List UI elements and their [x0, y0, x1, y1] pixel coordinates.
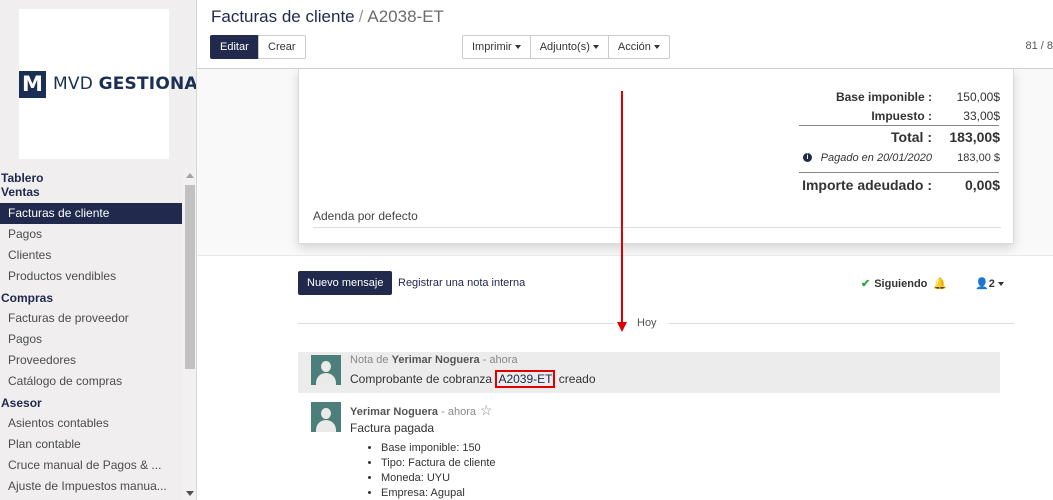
menu-section-asesor[interactable]: Asesor — [0, 396, 182, 410]
menu-section-ventas[interactable]: Ventas — [0, 185, 182, 199]
message-body: Comprobante de cobranza A2039-ET creado — [350, 370, 596, 388]
base-value: 150,00$ — [956, 90, 1000, 104]
base-label: Base imponible : — [835, 90, 932, 104]
control-panel: Facturas de cliente / A2038-ET Editar Crea… — [197, 0, 1053, 69]
annotation-arrow-line — [621, 91, 623, 323]
list-item: Tipo: Factura de cliente — [381, 456, 496, 471]
scroll-up-arrow-icon[interactable] — [186, 173, 194, 178]
message-meta: Nota de Yerimar Noguera - ahora — [350, 354, 518, 366]
date-divider-left — [298, 323, 614, 324]
sidebar-item-asientos-contables[interactable]: Asientos contables — [0, 413, 182, 434]
caret-down-icon — [997, 282, 1004, 287]
action-dropdown[interactable]: Acción — [609, 36, 669, 58]
breadcrumb: Facturas de cliente / A2038-ET — [211, 7, 444, 27]
sidebar-item-catalogo-compras[interactable]: Catálogo de compras — [0, 371, 182, 392]
bell-icon[interactable]: 🔔 — [933, 278, 947, 290]
info-icon[interactable]: i — [803, 153, 812, 162]
sidebar-item-facturas-cliente[interactable]: Facturas de cliente — [0, 203, 182, 224]
message-body: Factura pagada — [350, 421, 435, 435]
payment-link[interactable]: A2039-ET — [495, 370, 556, 388]
paid-label: Pagado en 20/01/2020 — [820, 152, 932, 164]
caret-down-icon — [592, 45, 599, 50]
print-dropdown[interactable]: Imprimir — [463, 36, 531, 58]
amount-due-label: Importe adeudado : — [802, 177, 932, 193]
message-meta: Yerimar Noguera - ahora ☆ — [350, 402, 493, 418]
caret-down-icon — [514, 45, 521, 50]
sidebar: M MVD GESTIONA Tablero Ventas Facturas d… — [0, 0, 197, 500]
addendum-divider — [313, 227, 1001, 228]
star-icon[interactable]: ☆ — [480, 402, 493, 418]
total-value: 183,00$ — [949, 129, 1000, 145]
sidebar-item-cruce-manual[interactable]: Cruce manual de Pagos & ... — [0, 455, 182, 476]
annotation-arrow-head-icon — [617, 322, 627, 332]
check-icon: ✔ — [861, 278, 871, 290]
tracking-values-list: Base imponible: 150 Tipo: Factura de cli… — [369, 441, 496, 500]
create-button[interactable]: Crear — [258, 35, 306, 59]
breadcrumb-separator: / — [358, 7, 364, 26]
sidebar-item-pagos-compras[interactable]: Pagos — [0, 329, 182, 350]
menu-section-tablero[interactable]: Tablero — [0, 171, 182, 185]
sidebar-item-productos-vendibles[interactable]: Productos vendibles — [0, 266, 182, 287]
logo-text: MVD GESTIONA — [53, 74, 197, 94]
sidebar-item-proveedores[interactable]: Proveedores — [0, 350, 182, 371]
sidebar-item-pagos-ventas[interactable]: Pagos — [0, 224, 182, 245]
message-note: Nota de Yerimar Noguera - ahora Comproba… — [298, 352, 1000, 393]
breadcrumb-current: A2038-ET — [367, 7, 444, 26]
list-item: Base imponible: 150 — [381, 441, 496, 456]
date-divider-right — [669, 323, 1014, 324]
sidebar-item-clientes[interactable]: Clientes — [0, 245, 182, 266]
scroll-thumb[interactable] — [185, 185, 195, 369]
sidebar-menu: Tablero Ventas Facturas de cliente Pagos… — [0, 171, 182, 497]
avatar[interactable] — [311, 402, 341, 432]
total-label: Total : — [891, 129, 932, 145]
tax-value: 33,00$ — [963, 109, 1000, 123]
addendum-label: Adenda por defecto — [313, 209, 418, 223]
logo-mark: M — [19, 71, 46, 98]
chatter: Nuevo mensaje Registrar una nota interna… — [197, 255, 1053, 500]
sidebar-item-plan-contable[interactable]: Plan contable — [0, 434, 182, 455]
user-icon: 👤 — [975, 278, 989, 290]
following-toggle[interactable]: ✔ Siguiendo 🔔 — [861, 277, 947, 290]
form-content: Base imponible : 150,00$ Impuesto : 33,0… — [197, 69, 1053, 500]
scroll-down-arrow-icon[interactable] — [186, 491, 194, 496]
tax-label: Impuesto : — [871, 109, 932, 123]
paid-value: 183,00 $ — [957, 152, 1000, 164]
log-note-button[interactable]: Registrar una nota interna — [398, 277, 525, 289]
amount-due-value: 0,00$ — [964, 177, 1000, 193]
sidebar-item-facturas-proveedor[interactable]: Facturas de proveedor — [0, 308, 182, 329]
followers-dropdown[interactable]: 👤2 — [975, 277, 1004, 290]
pager-value[interactable]: 81 / 8 — [1025, 40, 1053, 52]
attachments-dropdown[interactable]: Adjunto(s) — [531, 36, 609, 58]
company-logo[interactable]: M MVD GESTIONA — [19, 9, 196, 159]
invoice-sheet: Base imponible : 150,00$ Impuesto : 33,0… — [298, 69, 1014, 244]
edit-button[interactable]: Editar — [210, 35, 259, 59]
menu-section-compras[interactable]: Compras — [0, 291, 182, 305]
totals-divider-2 — [799, 172, 999, 173]
date-separator-label: Hoy — [637, 317, 657, 329]
breadcrumb-parent[interactable]: Facturas de cliente — [211, 7, 355, 26]
totals-divider — [799, 125, 999, 126]
sidebar-item-ajuste-impuestos[interactable]: Ajuste de Impuestos manua... — [0, 476, 182, 497]
sidebar-scrollbar[interactable] — [183, 169, 196, 500]
avatar[interactable] — [311, 355, 341, 385]
list-item: Empresa: Agupal — [381, 486, 496, 500]
caret-down-icon — [653, 45, 660, 50]
list-item: Moneda: UYU — [381, 471, 496, 486]
new-message-button[interactable]: Nuevo mensaje — [298, 271, 393, 295]
action-button-group: Imprimir Adjunto(s) Acción — [462, 35, 670, 59]
